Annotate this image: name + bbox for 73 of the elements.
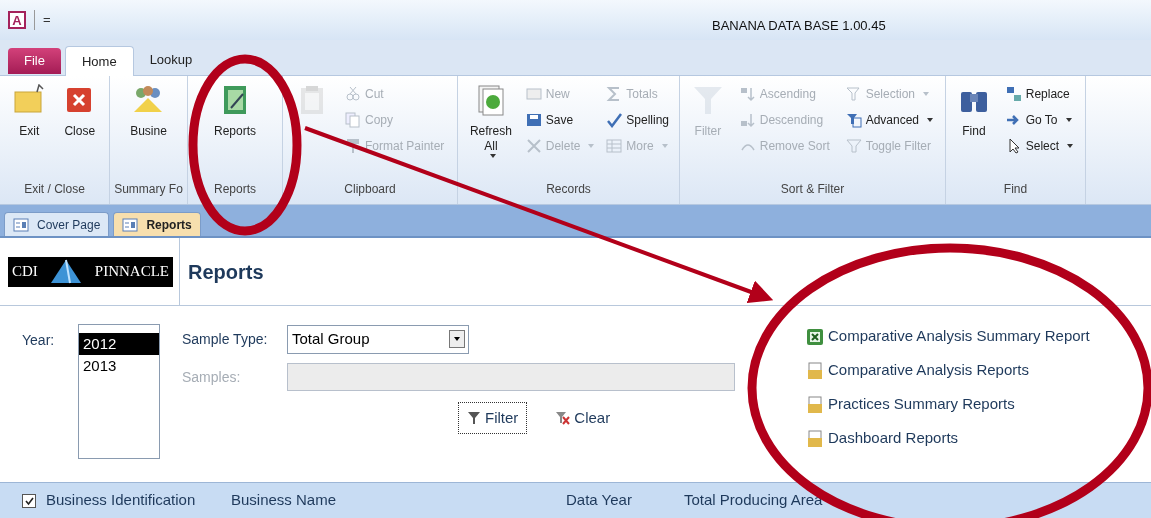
cross-icon (525, 138, 542, 154)
ribbon-button[interactable]: Save (521, 110, 599, 130)
funnel-icon (691, 84, 724, 116)
ribbon-tab[interactable]: Home (64, 46, 134, 76)
list-item[interactable]: 2012 (79, 333, 159, 355)
ribbon-button[interactable]: Refresh All (463, 84, 518, 180)
column-header: Business Identification (46, 490, 197, 511)
form-icon (122, 216, 139, 233)
document-tab[interactable]: Reports (113, 212, 201, 236)
group-label: Sort & Filter (779, 181, 846, 198)
checkmark-icon (606, 112, 623, 128)
field-label: Sample Type: (182, 329, 269, 349)
ribbon-button[interactable]: Spelling (602, 110, 674, 130)
ribbon-button[interactable]: Close (59, 84, 100, 180)
year-list[interactable]: 2012 2013 (78, 324, 160, 459)
paintbrush-icon (344, 138, 361, 154)
scissors-icon (344, 86, 361, 102)
checkbox[interactable] (22, 493, 36, 508)
ribbon-button[interactable]: Select (1001, 136, 1078, 156)
spreadsheet-icon (806, 327, 824, 346)
group-label: Find (1002, 181, 1029, 198)
report-link[interactable]: Dashboard Reports (806, 428, 1090, 449)
app-icon[interactable]: A (8, 11, 26, 29)
ribbon-tab[interactable]: Lookup (137, 45, 205, 75)
report-link[interactable]: Comparative Analysis Summary Report (806, 326, 1090, 347)
checkmark-icon (24, 495, 34, 506)
ribbon-button[interactable]: Replace (1001, 84, 1078, 104)
replace-icon (1005, 86, 1022, 102)
report-link[interactable]: Comparative Analysis Reports (806, 360, 1090, 381)
report-icon (806, 361, 824, 380)
ribbon-button[interactable]: Reports (210, 84, 260, 180)
group-label: Exit / Close (23, 181, 86, 198)
column-header: Data Year (566, 490, 633, 511)
funnel-icon (845, 112, 862, 128)
table-icon (606, 138, 623, 154)
ribbon-button[interactable]: Advanced (841, 110, 938, 130)
report-icon (806, 395, 824, 414)
group-label: Records (545, 181, 592, 198)
field-label: Samples: (182, 367, 242, 387)
dropdown-button[interactable] (449, 330, 465, 348)
filter-button[interactable]: Filter (458, 402, 528, 434)
copy-icon (344, 112, 361, 128)
list-item[interactable]: 2013 (79, 355, 159, 377)
funnel-icon (467, 410, 481, 426)
ribbon-button[interactable]: Find (953, 84, 994, 180)
document-tab[interactable]: Cover Page (4, 212, 110, 236)
group-label: Summary Fo (114, 181, 183, 198)
group-label: Clipboard (343, 181, 397, 198)
ribbon-button[interactable]: Go To (1001, 110, 1078, 130)
funnel-icon (845, 86, 862, 102)
sort-icon (739, 112, 756, 128)
ribbon-button[interactable]: Exit (9, 84, 50, 180)
sample-type-dropdown[interactable]: Total Group (287, 324, 469, 354)
folder-icon (13, 84, 46, 116)
clear-button[interactable]: Clear (547, 402, 619, 434)
window-title: BANANA DATA BASE 1.00.45 (712, 17, 886, 35)
column-header: Total Producing Area (684, 490, 824, 511)
form-title: Reports (188, 259, 264, 285)
file-menu[interactable]: File (8, 48, 61, 74)
group-label: Reports (213, 181, 257, 198)
report-icon (806, 429, 824, 448)
report-link[interactable]: Practices Summary Reports (806, 394, 1090, 415)
clear-filter-icon (555, 410, 571, 426)
funnel-icon (845, 138, 862, 154)
logo: CDI PINNACLE (8, 256, 173, 287)
ribbon-button[interactable]: Busine (126, 84, 171, 180)
column-header: Business Name (231, 490, 338, 511)
quick-access-menu[interactable]: = (34, 10, 51, 30)
field-label: Year: (22, 331, 56, 350)
pyramid-icon (50, 258, 83, 285)
sort-icon (739, 86, 756, 102)
row-icon (525, 86, 542, 102)
form-icon (13, 216, 29, 233)
